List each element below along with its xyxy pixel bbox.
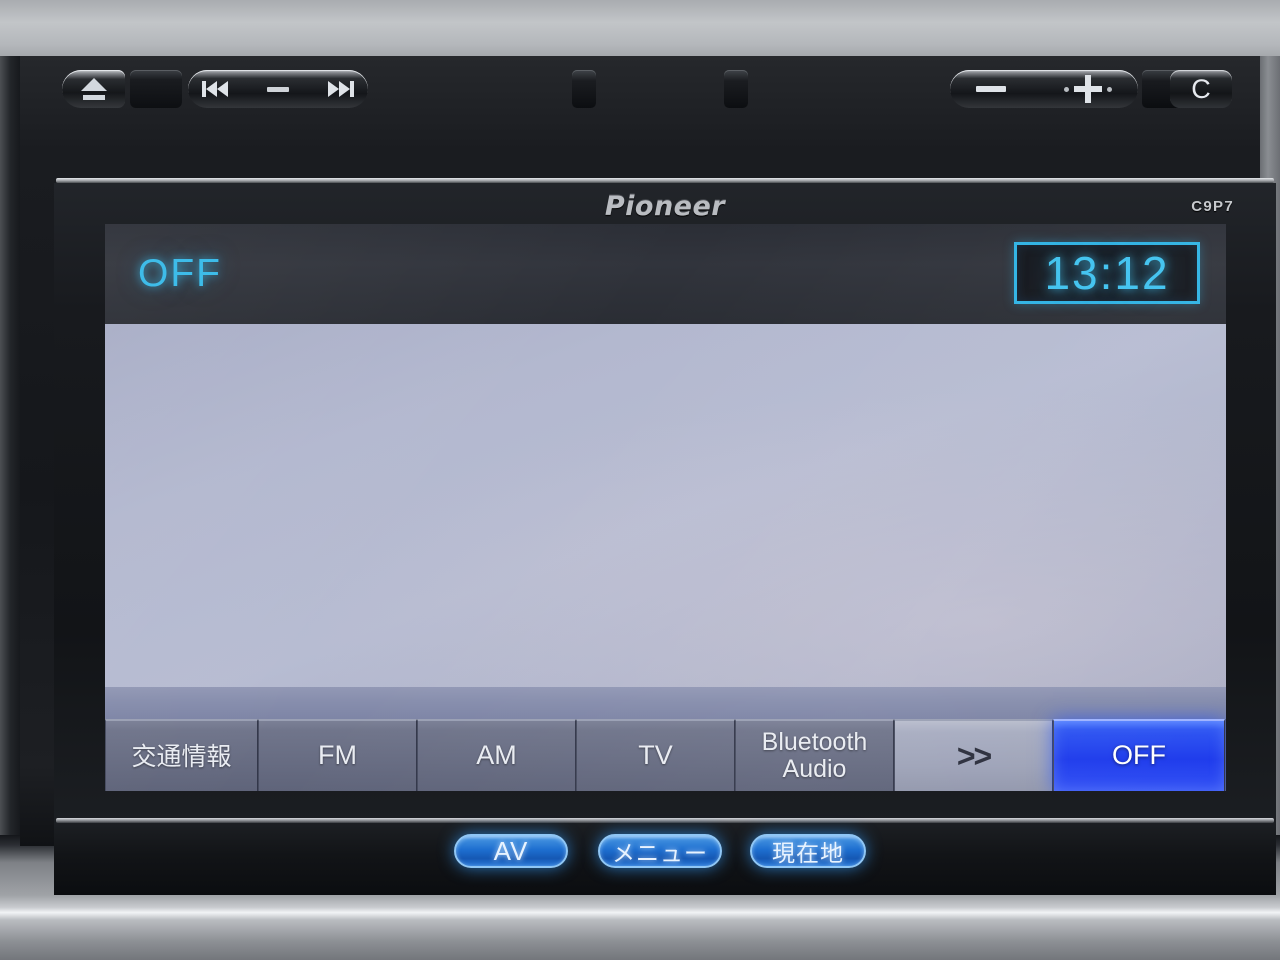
c-cancel-button[interactable]: C	[1170, 70, 1232, 108]
dashboard-trim-top	[0, 0, 1280, 64]
blank-key-3	[724, 70, 748, 108]
source-button-next-page[interactable]: >>	[894, 719, 1053, 791]
menu-button[interactable]: メニュー	[598, 834, 722, 868]
menu-button-label: メニュー	[612, 841, 708, 867]
source-button-label-line1: Bluetooth	[761, 728, 868, 756]
previous-track-icon[interactable]	[202, 81, 228, 97]
c-button-label: C	[1191, 73, 1211, 104]
clock-text: 13:12	[1044, 247, 1170, 299]
brand-row: Pioneer C9P7	[54, 186, 1276, 224]
eject-button[interactable]	[62, 70, 125, 108]
current-source-label: OFF	[138, 252, 222, 295]
model-code-label: C9P7	[1191, 198, 1234, 215]
rocker-divider	[267, 86, 289, 92]
source-button-fm[interactable]: FM	[258, 719, 417, 791]
source-button-label: FM	[318, 740, 357, 771]
source-button-label: TV	[638, 740, 673, 771]
eject-icon	[80, 78, 107, 100]
source-button-label-line2: Audio	[782, 755, 847, 783]
main-content-area[interactable]	[105, 324, 1226, 687]
source-button-traffic-info[interactable]: 交通情報	[105, 719, 258, 791]
car-stereo-head-unit: Pioneer C9P7 OFF 13:12 交通情報 FM AM TV Blu…	[20, 56, 1276, 895]
av-button[interactable]: AV	[454, 834, 568, 868]
lcd-display[interactable]: OFF 13:12 交通情報 FM AM TV Bluetooth Audio …	[105, 224, 1226, 791]
source-button-off[interactable]: OFF	[1053, 719, 1225, 791]
volume-down-icon[interactable]	[976, 86, 1006, 92]
track-seek-rocker[interactable]	[188, 70, 368, 108]
volume-rocker[interactable]	[950, 70, 1138, 108]
current-location-button[interactable]: 現在地	[750, 834, 866, 868]
source-button-label: AM	[476, 740, 517, 771]
source-button-label: 交通情報	[131, 741, 232, 771]
source-button-label: OFF	[1112, 740, 1166, 771]
source-button-strip: 交通情報 FM AM TV Bluetooth Audio >> OFF	[105, 719, 1226, 791]
source-button-am[interactable]: AM	[417, 719, 576, 791]
volume-up-icon[interactable]	[1064, 75, 1112, 103]
double-chevron-right-icon: >>	[956, 737, 992, 774]
source-button-bluetooth-audio[interactable]: Bluetooth Audio	[735, 719, 894, 791]
current-location-button-label: 現在地	[772, 841, 844, 867]
pioneer-logo: Pioneer	[604, 191, 726, 222]
source-button-tv[interactable]: TV	[576, 719, 735, 791]
source-button-label-multiline: Bluetooth Audio	[762, 729, 868, 783]
status-bar: OFF 13:12	[105, 224, 1226, 324]
av-button-label: AV	[493, 835, 529, 866]
content-area-shadow	[105, 687, 1226, 719]
blank-key-1	[130, 70, 182, 108]
blank-key-2	[572, 70, 596, 108]
next-track-icon[interactable]	[328, 81, 354, 97]
clock-display[interactable]: 13:12	[1014, 242, 1200, 304]
